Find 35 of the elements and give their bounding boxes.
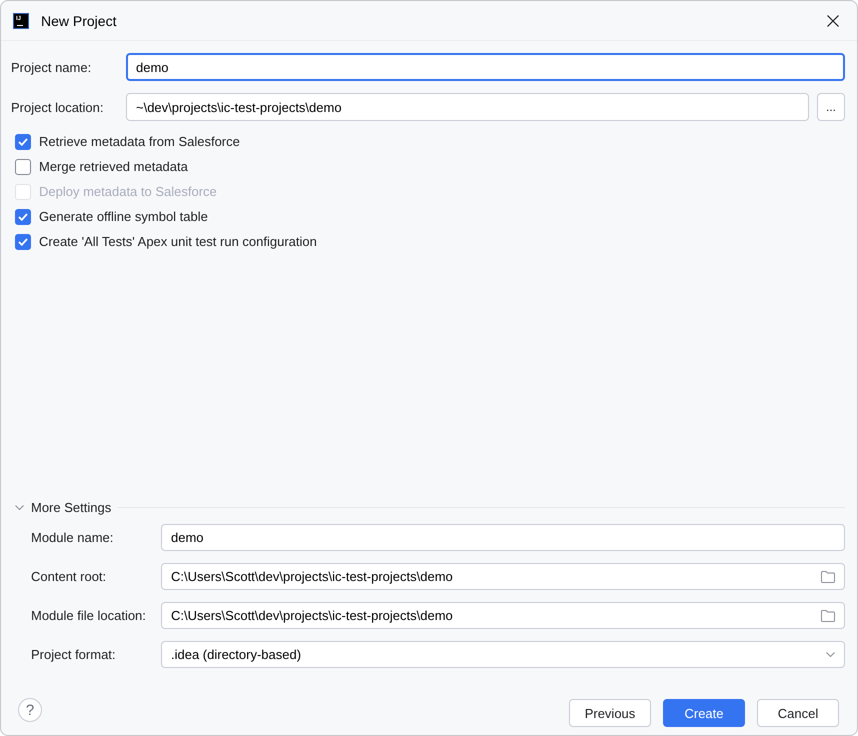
checkbox-label: Retrieve metadata from Salesforce: [39, 134, 240, 149]
chevron-down-icon: [826, 652, 835, 657]
create-button[interactable]: Create: [663, 699, 745, 727]
checkbox[interactable]: [15, 234, 31, 250]
path-field[interactable]: C:\Users\Scott\dev\projects\ic-test-projects\demo: [161, 563, 845, 590]
folder-icon[interactable]: [821, 610, 835, 622]
path-field[interactable]: C:\Users\Scott\dev\projects\ic-test-projects\demo: [161, 602, 845, 629]
text-field[interactable]: demo: [126, 53, 845, 81]
text-field[interactable]: demo: [161, 524, 845, 551]
browse-button[interactable]: ...: [817, 93, 845, 121]
checkbox[interactable]: [15, 134, 31, 150]
checkbox-label: Merge retrieved metadata: [39, 159, 188, 174]
checkmark-icon: [18, 138, 28, 146]
dropdown[interactable]: .idea (directory-based): [161, 641, 845, 668]
checkbox[interactable]: [15, 158, 31, 174]
field-label: Project location:: [11, 100, 104, 114]
window-title: New Project: [41, 12, 118, 28]
field-label: Module name:: [31, 530, 114, 545]
checkmark-icon: [18, 212, 28, 220]
folder-icon[interactable]: [821, 570, 835, 582]
help-button[interactable]: ?: [18, 698, 42, 722]
dialog-button[interactable]: Previous: [569, 699, 651, 727]
dialog-button[interactable]: Cancel: [757, 699, 839, 727]
close-icon: [827, 14, 839, 26]
section-toggle[interactable]: More Settings: [11, 500, 112, 514]
field-label: Project name:: [11, 60, 92, 74]
checkbox-label: Create 'All Tests' Apex unit test run configuration: [39, 234, 317, 249]
path-field[interactable]: ~\dev\projects\ic-test-projects\demo: [126, 93, 809, 121]
checkbox-label: Deploy metadata to Salesforce: [39, 184, 217, 199]
field-label: Module file location:: [31, 608, 147, 623]
checkbox-label: Generate offline symbol table: [39, 209, 208, 224]
checkmark-icon: [18, 238, 28, 246]
checkbox[interactable]: [15, 208, 31, 224]
field-label: Project format:: [31, 647, 117, 662]
field-label: Content root:: [31, 569, 108, 584]
